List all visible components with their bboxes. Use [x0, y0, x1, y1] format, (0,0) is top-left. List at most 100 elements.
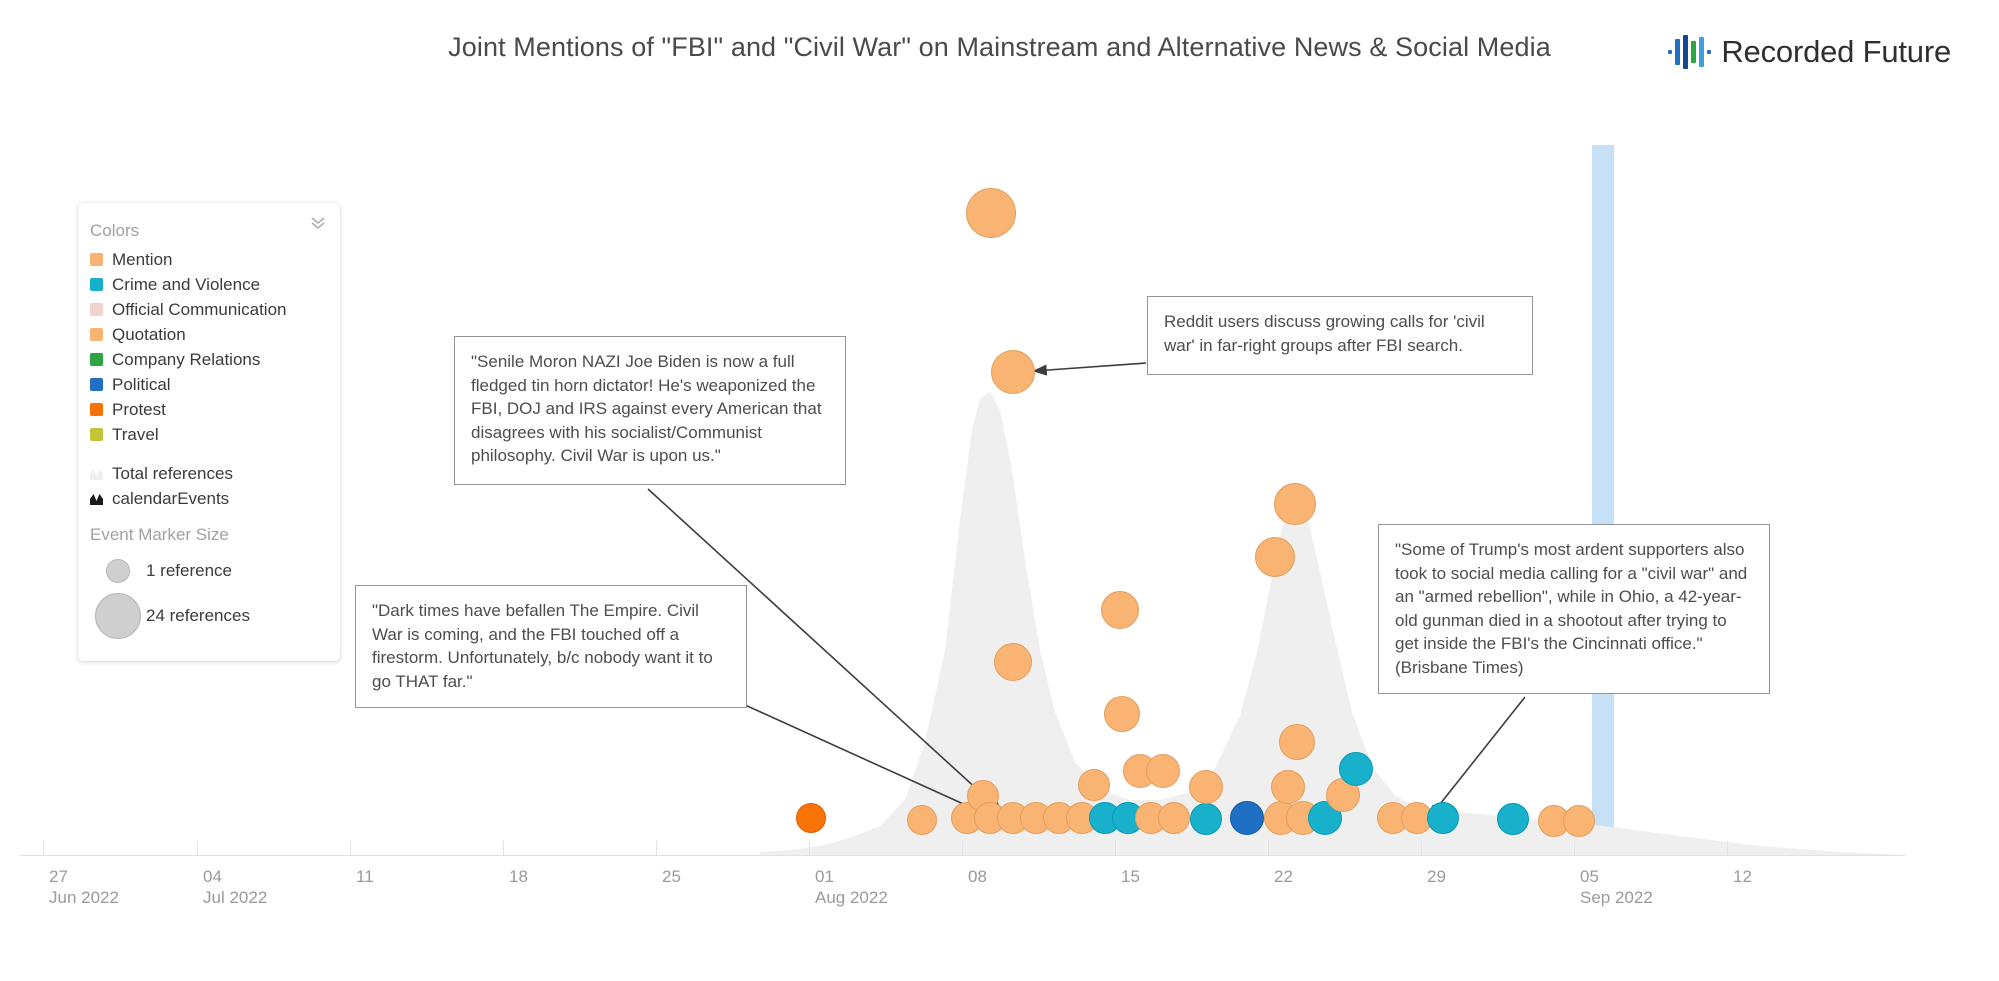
annotation-text: "Dark times have befallen The Empire. Ci… [372, 601, 713, 691]
legend-colors-title: Colors [90, 221, 140, 240]
x-axis-label-day: 01 [815, 867, 834, 886]
legend-item-label: Political [112, 374, 171, 394]
legend-swatch-icon [90, 378, 103, 391]
x-axis-label: 05 Sep 2022 [1580, 866, 1653, 908]
x-axis-label-day: 25 [662, 867, 681, 886]
x-axis-label-month: Sep 2022 [1580, 888, 1653, 907]
legend-item-political[interactable]: Political [78, 372, 340, 397]
x-axis-tick [656, 841, 657, 855]
legend-divider-space [78, 447, 340, 461]
x-axis-label-month: Jun 2022 [49, 888, 119, 907]
event-bubble[interactable] [1101, 591, 1139, 629]
x-axis-label: 08 [968, 866, 987, 887]
legend-swatch-icon [90, 403, 103, 416]
x-axis-tick [1421, 841, 1422, 855]
annotation-senile-moron[interactable]: "Senile Moron NAZI Joe Biden is now a fu… [454, 336, 846, 485]
x-axis-label-day: 08 [968, 867, 987, 886]
annotation-text: Reddit users discuss growing calls for '… [1164, 312, 1485, 355]
legend-series-total-references[interactable]: Total references [78, 461, 340, 486]
event-bubble[interactable] [1563, 805, 1595, 837]
legend-panel[interactable]: Colors Mention Crime and Violence Official… [78, 203, 340, 661]
x-axis-label: 01 Aug 2022 [815, 866, 888, 908]
annotation-dark-times[interactable]: "Dark times have befallen The Empire. Ci… [355, 585, 747, 708]
legend-divider-space-2 [78, 511, 340, 525]
event-bubble[interactable] [1339, 752, 1373, 786]
annotation-text: "Some of Trump's most ardent supporters … [1395, 540, 1748, 677]
event-bubble[interactable] [1427, 802, 1459, 834]
event-bubble[interactable] [1158, 802, 1190, 834]
x-axis-label-day: 04 [203, 867, 222, 886]
x-axis-tick [197, 841, 198, 855]
x-axis-label: 27 Jun 2022 [49, 866, 119, 908]
x-axis-label: 29 [1427, 866, 1446, 887]
event-bubble[interactable] [1146, 754, 1180, 788]
x-axis-tick [809, 841, 810, 855]
event-bubble[interactable] [1190, 803, 1222, 835]
event-bubble[interactable] [1078, 769, 1110, 801]
event-bubble[interactable] [1279, 724, 1315, 760]
legend-size-bubble [106, 559, 130, 583]
annotation-text: "Senile Moron NAZI Joe Biden is now a fu… [471, 352, 822, 465]
x-axis-label: 15 [1121, 866, 1140, 887]
x-axis-label: 04 Jul 2022 [203, 866, 267, 908]
x-axis-label: 12 [1733, 866, 1752, 887]
annotation-reddit-users[interactable]: Reddit users discuss growing calls for '… [1147, 296, 1533, 375]
legend-item-official-communication[interactable]: Official Communication [78, 297, 340, 322]
x-axis-tick [1574, 841, 1575, 855]
legend-item-travel[interactable]: Travel [78, 422, 340, 447]
x-axis-label-day: 15 [1121, 867, 1140, 886]
legend-swatch-icon [90, 353, 103, 366]
x-axis-label: 22 [1274, 866, 1293, 887]
event-bubble[interactable] [1274, 483, 1316, 525]
event-bubble[interactable] [994, 643, 1032, 681]
x-axis-label: 25 [662, 866, 681, 887]
event-bubble[interactable] [1104, 696, 1140, 732]
annotation-trump-supporters[interactable]: "Some of Trump's most ardent supporters … [1378, 524, 1770, 694]
x-axis-label-day: 12 [1733, 867, 1752, 886]
legend-size-item: 1 reference [78, 551, 340, 591]
legend-item-quotation[interactable]: Quotation [78, 322, 340, 347]
legend-swatch-icon [90, 303, 103, 316]
legend-swatch-icon [90, 428, 103, 441]
area-series-icon [90, 467, 103, 480]
legend-item-crime-and-violence[interactable]: Crime and Violence [78, 272, 340, 297]
legend-item-label: Company Relations [112, 349, 261, 369]
legend-size-item: 24 references [78, 591, 340, 641]
event-bubble[interactable] [1230, 801, 1264, 835]
x-axis-label-day: 29 [1427, 867, 1446, 886]
legend-swatch-icon [90, 278, 103, 291]
chevron-double-down-icon[interactable] [308, 213, 328, 233]
event-bubble[interactable] [991, 350, 1035, 394]
legend-item-label: Crime and Violence [112, 274, 261, 294]
legend-swatch-icon [90, 328, 103, 341]
legend-size-title: Event Marker Size [90, 525, 229, 544]
annotation-arrow [1032, 362, 1147, 376]
legend-series-items: Total references calendarEvents [78, 461, 340, 511]
legend-item-label: Quotation [112, 324, 186, 344]
x-axis-label-day: 05 [1580, 867, 1599, 886]
event-bubble[interactable] [966, 188, 1016, 238]
legend-item-label: Official Communication [112, 299, 287, 319]
event-bubble[interactable] [1189, 770, 1223, 804]
x-axis-label-day: 22 [1274, 867, 1293, 886]
x-axis-label-month: Jul 2022 [203, 888, 268, 907]
legend-item-protest[interactable]: Protest [78, 397, 340, 422]
highlight-band [1592, 145, 1614, 855]
event-bubble[interactable] [1255, 537, 1295, 577]
x-axis-tick [1115, 841, 1116, 855]
event-bubble[interactable] [1497, 803, 1529, 835]
legend-series-calendarevents[interactable]: calendarEvents [78, 486, 340, 511]
legend-item-mention[interactable]: Mention [78, 247, 340, 272]
x-axis-tick [350, 841, 351, 855]
x-axis-tick [43, 841, 44, 855]
legend-series-label: calendarEvents [112, 488, 230, 508]
legend-item-company-relations[interactable]: Company Relations [78, 347, 340, 372]
event-bubble[interactable] [1271, 770, 1305, 804]
event-bubble[interactable] [796, 803, 826, 833]
legend-item-label: Mention [112, 249, 173, 269]
x-axis-label: 18 [509, 866, 528, 887]
x-axis-label-day: 18 [509, 867, 528, 886]
event-bubble[interactable] [907, 805, 937, 835]
x-axis-label-month: Aug 2022 [815, 888, 888, 907]
legend-color-items: Mention Crime and Violence Official Commun… [78, 247, 340, 447]
